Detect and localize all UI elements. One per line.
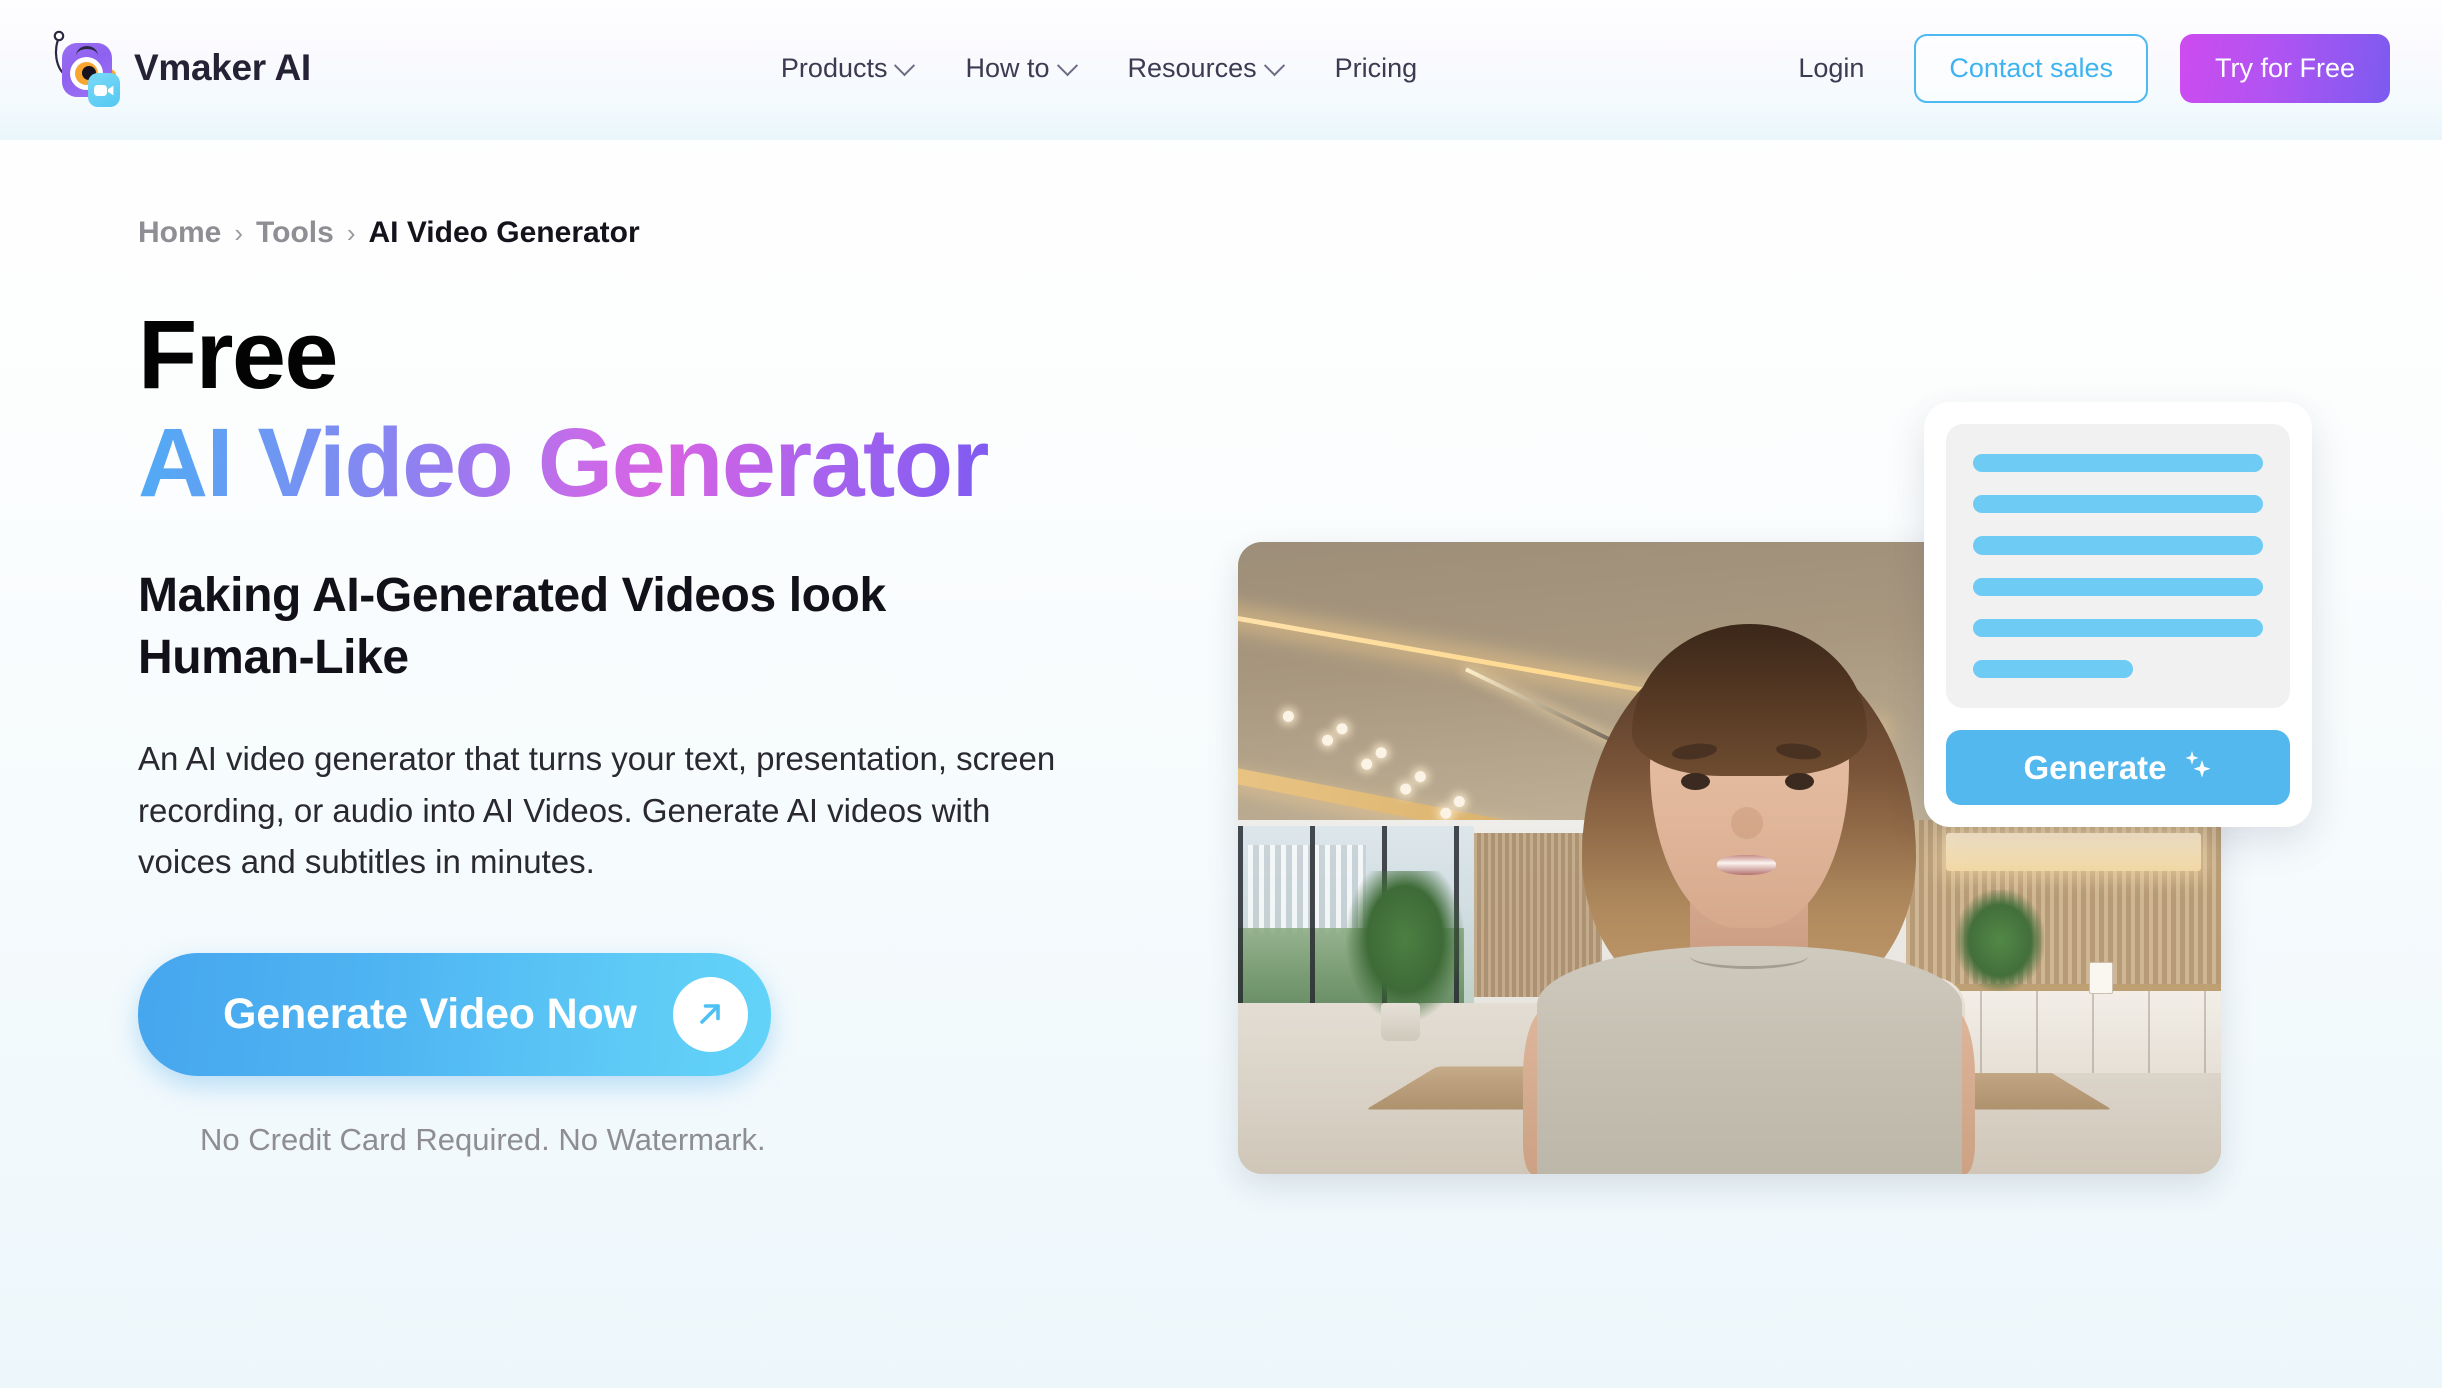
- brand-name: Vmaker AI: [134, 47, 311, 88]
- page-title-line2: AI Video Generator: [138, 407, 989, 517]
- skeleton-line: [1973, 659, 2133, 679]
- primary-nav: Products How to Resources Pricing: [781, 53, 1417, 84]
- hero-description: An AI video generator that turns your te…: [138, 740, 1056, 880]
- hero-media-column: Generate: [1238, 402, 2312, 1174]
- scene-plant-pot: [1380, 1003, 1420, 1042]
- generate-button-label: Generate: [2023, 748, 2167, 786]
- nav-label-products: Products: [780, 52, 888, 83]
- camera-glyph: [94, 84, 114, 96]
- page-title-line1: Free: [138, 300, 338, 409]
- presenter-hair-front: [1631, 624, 1867, 776]
- arrow-up-right-icon: [672, 976, 748, 1052]
- scene-presenter: [1523, 542, 1976, 1174]
- nav-label-how-to: How to: [965, 52, 1050, 83]
- presenter-nose: [1731, 807, 1763, 840]
- presenter-collar: [1690, 943, 1808, 969]
- scene-decor-frame: [2089, 962, 2113, 994]
- skeleton-line: [1973, 536, 2263, 555]
- nav-item-products[interactable]: Products: [780, 52, 916, 84]
- cta-disclaimer: No Credit Card Required. No Watermark.: [200, 1121, 766, 1157]
- chevron-down-icon: [894, 54, 916, 76]
- skeleton-line: [1973, 577, 2263, 596]
- breadcrumb-separator-icon: ›: [346, 218, 356, 248]
- skeleton-line: [1973, 618, 2263, 637]
- breadcrumb-item-current: AI Video Generator: [368, 216, 640, 249]
- skeleton-line: [1973, 495, 2263, 514]
- nav-label-resources: Resources: [1127, 52, 1257, 83]
- main-content: Home › Tools › AI Video Generator Free A…: [0, 140, 2442, 1388]
- presenter-mouth: [1717, 854, 1777, 876]
- try-for-free-button[interactable]: Try for Free: [2179, 33, 2390, 103]
- presenter-eye-left: [1681, 772, 1711, 790]
- brand-logo-link[interactable]: Vmaker AI: [44, 29, 311, 107]
- generate-card: Generate: [1924, 402, 2312, 827]
- breadcrumb-separator-icon: ›: [234, 218, 244, 248]
- login-link[interactable]: Login: [1798, 53, 1864, 84]
- generate-button[interactable]: Generate: [1946, 730, 2290, 805]
- presenter-eye-right: [1785, 772, 1815, 790]
- generate-video-now-label: Generate Video Now: [223, 989, 637, 1038]
- generate-video-now-button[interactable]: Generate Video Now: [138, 952, 771, 1076]
- breadcrumb: Home › Tools › AI Video Generator: [138, 140, 2442, 250]
- header-inner: Vmaker AI Products How to Resources Pric…: [0, 0, 2442, 136]
- vmaker-eye-camera-logo-icon: [44, 29, 120, 107]
- chevron-down-icon: [1056, 54, 1078, 76]
- page-title: Free AI Video Generator: [138, 300, 1238, 517]
- breadcrumb-item-home[interactable]: Home: [138, 216, 221, 250]
- site-header: Vmaker AI Products How to Resources Pric…: [0, 0, 2442, 140]
- sparkle-icon: [2181, 748, 2213, 788]
- nav-label-pricing: Pricing: [1334, 52, 1418, 83]
- hero-text-column: Free AI Video Generator Making AI-Genera…: [138, 250, 1238, 1158]
- nav-item-pricing[interactable]: Pricing: [1335, 53, 1418, 84]
- arrow-up-right-glyph: [700, 1004, 721, 1025]
- chevron-down-icon: [1263, 54, 1285, 76]
- hero-cta-group: Generate Video Now No Credit Card Requir…: [138, 952, 1238, 1158]
- header-actions: Login Contact sales Try for Free: [1798, 33, 2390, 103]
- nav-item-resources[interactable]: Resources: [1127, 52, 1285, 84]
- nav-item-how-to[interactable]: How to: [965, 52, 1078, 84]
- contact-sales-button[interactable]: Contact sales: [1914, 33, 2148, 103]
- generate-card-text-panel: [1946, 424, 2290, 708]
- scene-plant-left: [1346, 870, 1465, 1023]
- breadcrumb-item-tools[interactable]: Tools: [256, 216, 334, 250]
- video-camera-icon: [88, 73, 120, 107]
- skeleton-line: [1973, 454, 2263, 473]
- scene-right-light-panel: [1945, 832, 2202, 871]
- presenter-shirt: [1536, 946, 1962, 1174]
- sparkle-glyph: [2185, 750, 2211, 778]
- hero-subtitle: Making AI-Generated Videos look Human-Li…: [138, 568, 886, 685]
